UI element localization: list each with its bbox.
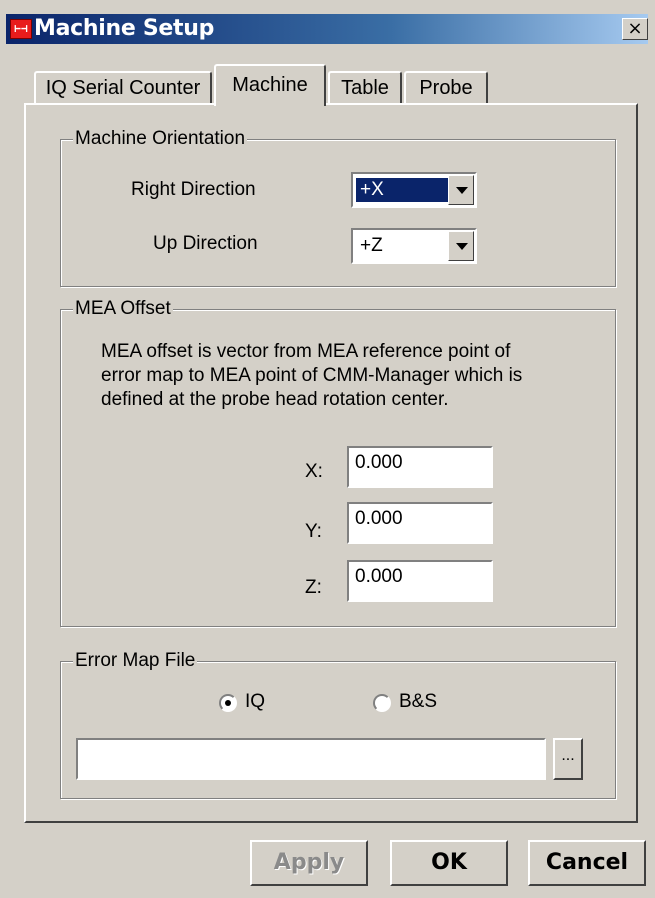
x-offset-field[interactable]: 0.000 <box>347 446 493 488</box>
mea-description-line2: error map to MEA point of CMM-Manager wh… <box>101 365 523 386</box>
right-direction-label: Right Direction <box>131 179 256 200</box>
ok-button[interactable]: OK <box>390 840 508 886</box>
machine-tab-panel: Machine Orientation Right Direction +X U… <box>24 103 638 823</box>
right-direction-select[interactable]: +X <box>351 172 477 208</box>
mea-description-line1: MEA offset is vector from MEA reference … <box>101 341 511 362</box>
up-direction-select[interactable]: +Z <box>351 228 477 264</box>
mea-offset-legend: MEA Offset <box>73 297 173 321</box>
radio-iq[interactable] <box>219 694 237 712</box>
up-direction-value: +Z <box>360 235 383 256</box>
chevron-down-icon[interactable] <box>448 231 474 261</box>
tab-machine[interactable]: Machine <box>214 64 326 106</box>
mea-description-line3: defined at the probe head rotation cente… <box>101 389 449 410</box>
error-map-file-legend: Error Map File <box>73 649 198 673</box>
cancel-button[interactable]: Cancel <box>528 840 646 886</box>
y-offset-field[interactable]: 0.000 <box>347 502 493 544</box>
window-title: Machine Setup <box>34 16 215 41</box>
tab-probe[interactable]: Probe <box>404 71 488 103</box>
z-offset-field[interactable]: 0.000 <box>347 560 493 602</box>
mea-offset-group: MEA Offset MEA offset is vector from MEA… <box>60 297 616 627</box>
chevron-down-icon[interactable] <box>448 175 474 205</box>
radio-bs-label[interactable]: B&S <box>399 690 437 714</box>
app-icon: ⊢⊣ <box>10 19 32 39</box>
radio-bs[interactable] <box>373 694 391 712</box>
y-offset-label: Y: <box>305 521 322 542</box>
z-offset-label: Z: <box>305 577 322 598</box>
radio-iq-label[interactable]: IQ <box>245 690 265 714</box>
browse-button[interactable]: ... <box>553 738 583 780</box>
up-direction-label: Up Direction <box>153 233 258 254</box>
tab-iq-serial-counter[interactable]: IQ Serial Counter <box>34 71 212 103</box>
title-bar[interactable]: ⊢⊣ Machine Setup <box>6 14 648 44</box>
machine-setup-dialog: ⊢⊣ Machine Setup × IQ Serial Counter Mac… <box>0 0 655 898</box>
error-map-file-path-input[interactable] <box>76 738 546 780</box>
apply-button[interactable]: Apply <box>250 840 368 886</box>
close-button[interactable]: × <box>622 18 648 40</box>
tab-table[interactable]: Table <box>328 71 402 103</box>
machine-orientation-legend: Machine Orientation <box>73 127 248 151</box>
machine-orientation-group: Machine Orientation Right Direction +X U… <box>60 127 616 287</box>
right-direction-value: +X <box>356 178 448 202</box>
x-offset-label: X: <box>305 461 323 482</box>
